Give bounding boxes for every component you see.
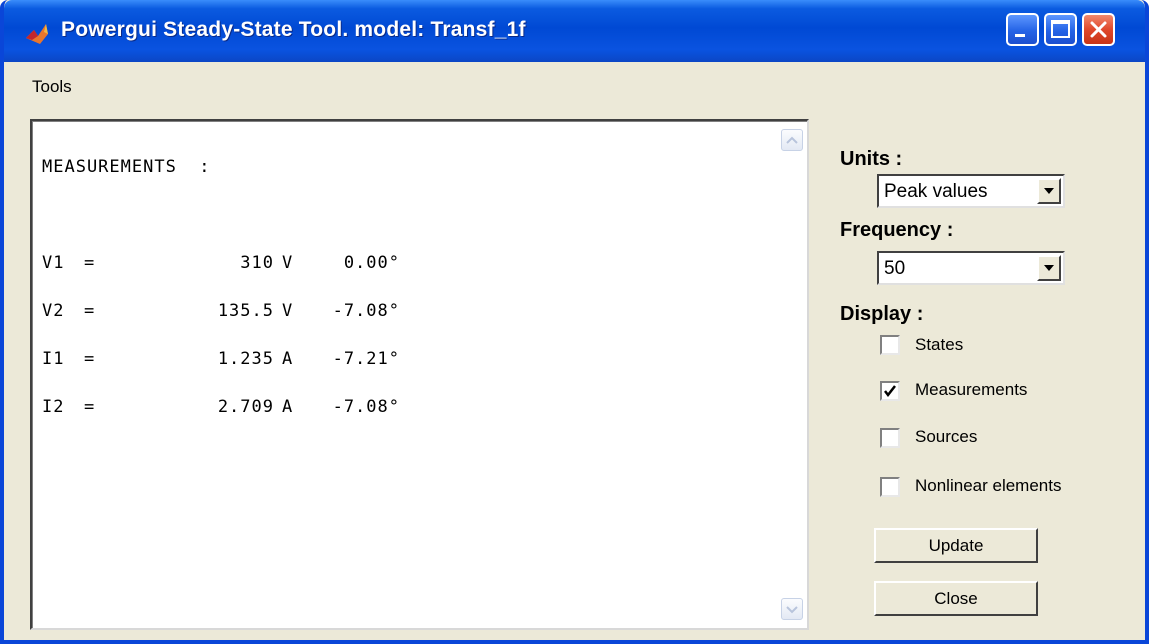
measurements-checkbox-label[interactable]: Measurements [915,380,1027,400]
dropdown-arrow-icon [1044,265,1054,271]
minimize-icon [1015,34,1025,37]
update-button[interactable]: Update [874,528,1038,563]
scroll-up-button[interactable] [781,129,803,151]
sources-checkbox[interactable] [880,428,900,448]
measurements-output[interactable]: MEASUREMENTS : V1 = 310 V 0.00° V2 = 135.5 V -7.… [30,119,809,630]
title-bar: Powergui Steady-State Tool. model: Trans… [4,0,1145,62]
dropdown-arrow-icon [1044,188,1054,194]
sources-checkbox-label[interactable]: Sources [915,427,977,447]
states-checkbox[interactable] [880,335,900,355]
close-window-button[interactable] [1082,13,1115,46]
maximize-button[interactable] [1044,13,1077,46]
measurements-text: MEASUREMENTS : V1 = 310 V 0.00° V2 = 135.5 V -7.… [42,127,400,447]
measurement-row: V2 = 135.5 V -7.08° [42,301,400,321]
steady-state-window: Powergui Steady-State Tool. model: Trans… [0,0,1149,644]
checkmark-icon [884,385,896,398]
window-title: Powergui Steady-State Tool. model: Trans… [61,18,526,41]
maximize-icon [1051,20,1070,38]
frequency-label: Frequency : [840,219,954,241]
measurement-row: I1 = 1.235 A -7.21° [42,349,400,369]
frequency-dropdown-arrow[interactable] [1037,255,1061,281]
units-label: Units : [840,148,903,170]
nonlinear-elements-checkbox[interactable] [880,477,900,497]
close-icon [1090,21,1107,38]
minimize-button[interactable] [1006,13,1039,46]
chevron-up-icon [786,136,798,144]
states-checkbox-label[interactable]: States [915,335,963,355]
menu-bar [4,62,1145,106]
close-button[interactable]: Close [874,581,1038,616]
measurement-row: V1 = 310 V 0.00° [42,253,400,273]
nonlinear-elements-checkbox-label[interactable]: Nonlinear elements [915,476,1061,496]
scroll-down-button[interactable] [781,598,803,620]
output-header: MEASUREMENTS : [42,157,211,177]
measurement-row: I2 = 2.709 A -7.08° [42,397,400,417]
display-label: Display : [840,303,924,325]
matlab-logo-icon [26,24,48,44]
units-select[interactable]: Peak values [877,174,1065,208]
frequency-selected-value: 50 [884,258,906,279]
menu-tools[interactable]: Tools [32,77,72,97]
chevron-down-icon [786,606,798,614]
units-selected-value: Peak values [884,181,988,202]
frequency-select[interactable]: 50 [877,251,1065,285]
measurements-checkbox[interactable] [880,381,900,401]
units-dropdown-arrow[interactable] [1037,178,1061,204]
